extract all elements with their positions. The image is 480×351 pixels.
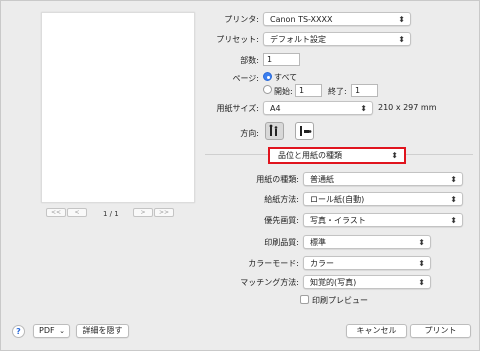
media-type-popup[interactable]: 普通紙 ⬍	[303, 172, 463, 186]
pages-label: ページ:	[232, 74, 259, 83]
media-type-label: 用紙の種類:	[256, 175, 299, 184]
color-mode-label: カラーモード:	[248, 259, 299, 268]
paper-size-popup[interactable]: A4 ⬍	[263, 101, 373, 115]
media-type-value: 普通紙	[310, 175, 334, 184]
color-mode-popup[interactable]: カラー ⬍	[303, 256, 431, 270]
pdf-label: PDF	[39, 326, 55, 335]
first-page-button[interactable]: <<	[46, 208, 66, 217]
portrait-button[interactable]	[265, 122, 284, 140]
portrait-icon	[269, 124, 278, 136]
printer-label: プリンタ:	[224, 15, 259, 24]
preset-label: プリセット:	[216, 35, 259, 44]
print-quality-value: 標準	[310, 238, 326, 247]
paper-source-label: 給紙方法:	[264, 195, 299, 204]
preset-popup[interactable]: デフォルト設定 ⬍	[263, 32, 411, 46]
copies-label: 部数:	[240, 56, 259, 65]
hide-details-button[interactable]: 詳細を隠す	[76, 324, 129, 338]
updown-chevron-icon: ⬍	[418, 278, 425, 287]
updown-chevron-icon: ⬍	[450, 216, 457, 225]
image-priority-popup[interactable]: 写真・イラスト ⬍	[303, 213, 463, 227]
printer-value: Canon TS-XXXX	[270, 15, 333, 24]
printer-popup[interactable]: Canon TS-XXXX ⬍	[263, 12, 411, 26]
paper-dimensions: 210 x 297 mm	[378, 103, 437, 112]
panel-selector-value: 品位と用紙の種類	[278, 151, 342, 160]
page-indicator: 1 / 1	[103, 210, 119, 218]
pages-from-field[interactable]: 1	[295, 84, 322, 97]
orientation-label: 方向:	[240, 129, 259, 138]
paper-source-popup[interactable]: ロール紙(自動) ⬍	[303, 192, 463, 206]
print-button[interactable]: プリント	[410, 324, 471, 338]
updown-chevron-icon: ⬍	[450, 175, 457, 184]
last-page-button[interactable]: >>	[154, 208, 174, 217]
landscape-button[interactable]	[295, 122, 314, 140]
preset-value: デフォルト設定	[270, 35, 326, 44]
help-icon[interactable]: ?	[12, 325, 25, 338]
print-quality-popup[interactable]: 標準 ⬍	[303, 235, 431, 249]
matching-label: マッチング方法:	[240, 278, 299, 287]
panel-selector-popup[interactable]: 品位と用紙の種類 ⬍	[268, 147, 406, 164]
paper-size-value: A4	[270, 104, 281, 113]
copies-field[interactable]: 1	[263, 53, 300, 66]
pages-to-field[interactable]: 1	[351, 84, 378, 97]
pages-all-label: すべて	[274, 73, 298, 82]
next-page-button[interactable]: >	[133, 208, 153, 217]
updown-chevron-icon: ⬍	[398, 35, 405, 44]
image-priority-label: 優先画質:	[264, 216, 299, 225]
print-quality-label: 印刷品質:	[264, 238, 299, 247]
print-preview-label: 印刷プレビュー	[312, 296, 368, 305]
updown-chevron-icon: ⬍	[450, 195, 457, 204]
updown-chevron-icon: ⬍	[418, 238, 425, 247]
matching-value: 知覚的(写真)	[310, 278, 357, 287]
pdf-menu-button[interactable]: PDF ⌄	[33, 324, 70, 338]
color-mode-value: カラー	[310, 259, 334, 268]
print-dialog: << < 1 / 1 > >> プリンタ: Canon TS-XXXX ⬍ プリ…	[0, 0, 480, 351]
paper-size-label: 用紙サイズ:	[216, 104, 259, 113]
pages-range-radio[interactable]	[263, 85, 272, 94]
pages-to-label: 終了:	[328, 87, 347, 96]
paper-source-value: ロール紙(自動)	[310, 195, 365, 204]
print-preview-checkbox[interactable]	[300, 295, 309, 304]
cancel-button[interactable]: キャンセル	[346, 324, 407, 338]
image-priority-value: 写真・イラスト	[310, 216, 366, 225]
page-preview	[41, 12, 195, 203]
landscape-icon	[300, 126, 312, 136]
pages-all-radio[interactable]	[263, 72, 272, 81]
updown-chevron-icon: ⬍	[398, 15, 405, 24]
matching-popup[interactable]: 知覚的(写真) ⬍	[303, 275, 431, 289]
updown-chevron-icon: ⬍	[391, 151, 398, 160]
prev-page-button[interactable]: <	[67, 208, 87, 217]
chevron-down-icon: ⌄	[59, 327, 65, 335]
updown-chevron-icon: ⬍	[360, 104, 367, 113]
pages-from-label: 開始:	[274, 87, 293, 96]
updown-chevron-icon: ⬍	[418, 259, 425, 268]
